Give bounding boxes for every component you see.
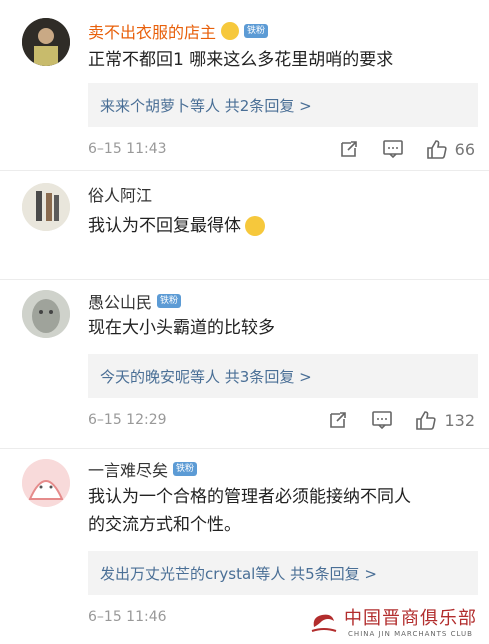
grinning-sweat-emoji-icon bbox=[221, 22, 240, 40]
reply-summary-button[interactable]: 发出万丈光芒的crystal等人 共5条回复 > bbox=[88, 551, 478, 595]
like-icon[interactable] bbox=[425, 138, 449, 160]
timestamp: 6–15 11:46 bbox=[88, 609, 167, 625]
username-row: 一言难尽矣 铁粉 bbox=[88, 457, 198, 481]
username[interactable]: 愚公山民 bbox=[88, 289, 152, 313]
action-bar: 66 bbox=[317, 138, 475, 160]
fan-badge: 铁粉 bbox=[157, 294, 182, 308]
fan-badge: 铁粉 bbox=[244, 24, 269, 38]
username[interactable]: 卖不出衣服的店主 bbox=[88, 19, 216, 43]
avatar[interactable] bbox=[22, 183, 70, 231]
comment-1: 卖不出衣服的店主 铁粉 正常不都回1 哪来这么多花里胡哨的要求 来来个胡萝卜等人… bbox=[0, 0, 489, 170]
avatar[interactable] bbox=[22, 18, 70, 66]
like-icon[interactable] bbox=[414, 409, 438, 431]
username-row: 俗人阿江 bbox=[88, 183, 152, 205]
share-icon[interactable] bbox=[337, 138, 361, 160]
reply-summary-button[interactable]: 今天的晚安呢等人 共3条回复 > bbox=[88, 354, 478, 398]
comment-text: 我认为不回复最得体 bbox=[88, 212, 478, 240]
comment-3: 愚公山民 铁粉 现在大小头霸道的比较多 今天的晚安呢等人 共3条回复 > 6–1… bbox=[0, 280, 489, 448]
avatar[interactable] bbox=[22, 459, 70, 507]
comment-text-content: 我认为不回复最得体 bbox=[88, 216, 241, 236]
username[interactable]: 一言难尽矣 bbox=[88, 457, 168, 481]
comment-2: 俗人阿江 我认为不回复最得体 bbox=[0, 171, 489, 279]
shushing-face-emoji-icon bbox=[245, 216, 265, 236]
comment-text-line-1: 我认为一个合格的管理者必须能接纳不同人 bbox=[88, 487, 411, 507]
username-row: 愚公山民 铁粉 bbox=[88, 289, 182, 313]
like-count: 66 bbox=[454, 139, 475, 159]
comment-text: 现在大小头霸道的比较多 bbox=[88, 318, 275, 338]
comment-text: 我认为一个合格的管理者必须能接纳不同人 的交流方式和个性。 bbox=[88, 483, 478, 539]
comment-meta: 6–15 11:43 66 bbox=[88, 138, 483, 160]
share-icon[interactable] bbox=[326, 409, 350, 431]
reply-summary-button[interactable]: 来来个胡萝卜等人 共2条回复 > bbox=[88, 83, 478, 127]
action-bar: 132 bbox=[306, 409, 475, 431]
comment-meta: 6–15 12:29 132 bbox=[88, 409, 483, 431]
username[interactable]: 俗人阿江 bbox=[88, 182, 152, 206]
comment-icon[interactable] bbox=[381, 138, 405, 160]
timestamp: 6–15 12:29 bbox=[88, 412, 167, 428]
watermark-text: 中国晋商俱乐部 CHINA JIN MARCHANTS CLUB bbox=[344, 604, 477, 638]
comment-text-line-2: 的交流方式和个性。 bbox=[88, 515, 241, 535]
watermark-cn: 中国晋商俱乐部 bbox=[344, 608, 477, 629]
comment-text: 正常不都回1 哪来这么多花里胡哨的要求 bbox=[88, 50, 394, 70]
username-row: 卖不出衣服的店主 铁粉 bbox=[88, 19, 269, 43]
comment-icon[interactable] bbox=[370, 409, 394, 431]
like-count: 132 bbox=[444, 410, 475, 430]
fan-badge: 铁粉 bbox=[173, 462, 198, 476]
watermark-en: CHINA JIN MARCHANTS CLUB bbox=[348, 630, 473, 638]
watermark: 中国晋商俱乐部 CHINA JIN MARCHANTS CLUB bbox=[310, 604, 477, 638]
club-logo-icon bbox=[311, 614, 337, 632]
timestamp: 6–15 11:43 bbox=[88, 141, 167, 157]
avatar[interactable] bbox=[22, 290, 70, 338]
